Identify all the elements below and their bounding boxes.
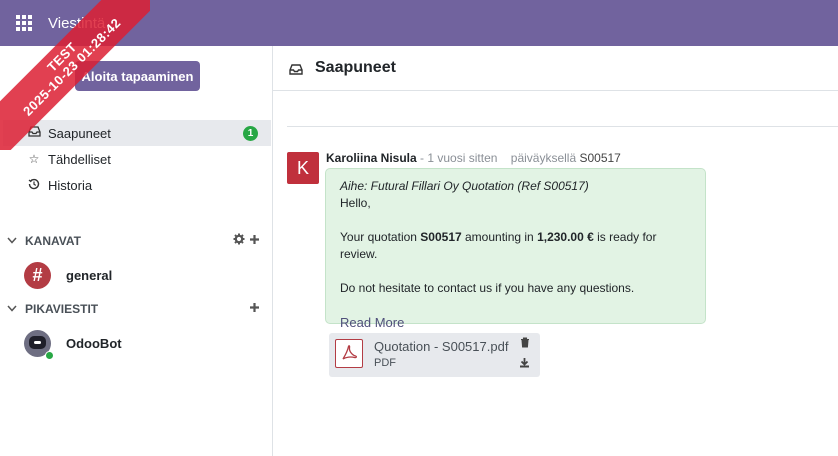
quotation-ref: S00517: [420, 230, 462, 244]
chat-label: OdooBot: [66, 335, 122, 351]
sidebar-item-label: Historia: [48, 177, 93, 193]
message-related-prefix: päiväyksellä: [510, 151, 577, 165]
message-greeting: Hello,: [340, 196, 371, 210]
sidebar: Aloita tapaaminen Saapuneet 1 ☆ Tähdelli…: [0, 46, 273, 456]
attachment-type: PDF: [374, 357, 396, 369]
read-more-link[interactable]: Read More: [340, 314, 691, 331]
message-author[interactable]: Karoliina Nisula: [326, 151, 417, 165]
main-panel: Saapuneet K Karoliina Nisula - 1 vuosi s…: [273, 46, 838, 456]
channels-section-header[interactable]: KANAVAT: [7, 231, 265, 251]
sidebar-item-inbox[interactable]: Saapuneet 1: [3, 120, 271, 146]
add-chat-icon[interactable]: [249, 300, 260, 316]
chevron-down-icon[interactable]: [7, 236, 21, 247]
message-header: Karoliina Nisula - 1 vuosi sitten päiväy…: [326, 151, 621, 165]
avatar: [24, 329, 54, 360]
trash-icon[interactable]: [520, 337, 530, 351]
inbox-icon: [27, 126, 41, 140]
star-icon: ☆: [28, 152, 40, 166]
top-navbar: Viestintä: [0, 0, 838, 46]
channels-section-label: KANAVAT: [25, 234, 81, 248]
sidebar-item-history[interactable]: Historia: [3, 172, 271, 198]
page-title: Saapuneet: [315, 59, 396, 76]
attachment-card[interactable]: Quotation - S00517.pdf PDF: [329, 333, 540, 377]
online-status-icon: [45, 350, 54, 360]
channel-label: general: [66, 267, 113, 283]
download-icon[interactable]: [519, 357, 530, 371]
inbox-icon: [289, 63, 303, 75]
message-time: - 1 vuosi sitten: [420, 151, 498, 165]
start-meeting-button[interactable]: Aloita tapaaminen: [75, 61, 200, 91]
divider: [287, 126, 838, 127]
message-bubble: Aihe: Futural Fillari Oy Quotation (Ref …: [325, 168, 706, 330]
sidebar-item-label: Tähdelliset: [48, 151, 111, 167]
direct-messages-section-header[interactable]: PIKAVIESTIT: [7, 299, 265, 319]
apps-grid-icon[interactable]: [16, 15, 32, 31]
message-closing: Do not hesitate to contact us if you hav…: [340, 281, 635, 295]
channel-item-general[interactable]: # general: [24, 260, 112, 290]
thread-header: Saapuneet: [273, 46, 838, 91]
app-title[interactable]: Viestintä: [48, 15, 105, 32]
chevron-down-icon[interactable]: [7, 304, 21, 315]
inbox-counter-badge: 1: [243, 126, 258, 141]
quotation-amount: 1,230.00 €: [537, 230, 594, 244]
author-avatar[interactable]: K: [287, 152, 319, 184]
sidebar-item-starred[interactable]: ☆ Tähdelliset: [3, 146, 271, 172]
message-subject: Aihe: Futural Fillari Oy Quotation (Ref …: [340, 179, 589, 193]
chat-item-odoobot[interactable]: OdooBot: [24, 328, 122, 360]
attachment-name[interactable]: Quotation - S00517.pdf: [374, 339, 508, 354]
hash-icon: #: [24, 261, 51, 289]
add-channel-icon[interactable]: [249, 232, 260, 248]
sidebar-item-label: Saapuneet: [48, 125, 111, 141]
message-body: Your quotation S00517 amounting in 1,230…: [340, 230, 657, 261]
message-related-record-link[interactable]: S00517: [579, 151, 620, 165]
pdf-file-icon: [335, 339, 363, 368]
history-icon: [27, 178, 41, 192]
direct-messages-section-label: PIKAVIESTIT: [25, 302, 99, 316]
gear-icon[interactable]: [233, 232, 245, 248]
